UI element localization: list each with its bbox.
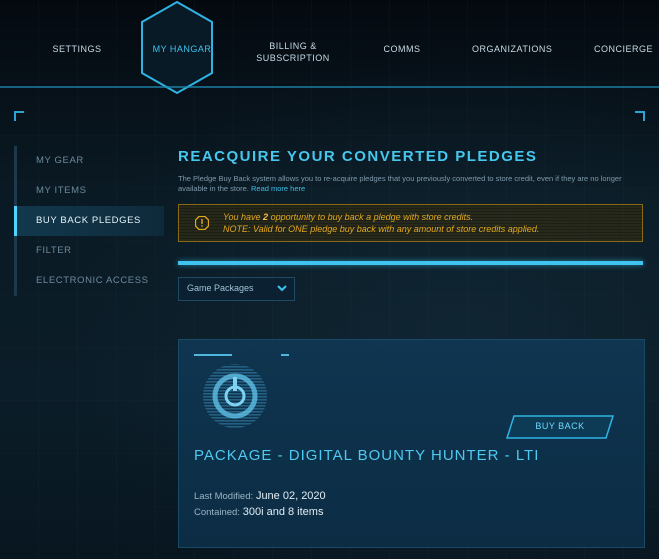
sidebar-item-electronic-access[interactable]: ELECTRONIC ACCESS (14, 266, 164, 296)
alert-note: NOTE: Valid for ONE pledge buy back with… (223, 224, 540, 234)
warning-icon (195, 216, 209, 230)
main-content: REACQUIRE YOUR CONVERTED PLEDGES The Ple… (178, 146, 643, 301)
frame-corner-right (635, 111, 645, 121)
nav-settings[interactable]: SETTINGS (52, 44, 102, 54)
alert-pre: You have (223, 212, 264, 222)
sidebar-item-filter[interactable]: FILTER (14, 236, 164, 266)
contained-label: Contained: (194, 507, 240, 518)
nav-billing-line1: BILLING & (269, 41, 317, 51)
read-more-link[interactable]: Read more here (251, 184, 305, 193)
intro-body: The Pledge Buy Back system allows you to… (178, 174, 622, 193)
nav-divider (0, 86, 659, 88)
sidebar-item-buy-back-pledges[interactable]: BUY BACK PLEDGES (14, 206, 164, 236)
package-emblem-icon (203, 364, 267, 428)
nav-billing-line2: SUBSCRIPTION (256, 53, 330, 63)
sidebar-item-my-gear[interactable]: MY GEAR (14, 146, 164, 176)
pledge-card: BUY BACK PACKAGE - DIGITAL BOUNTY HUNTER… (178, 339, 645, 548)
sidebar-menu: MY GEAR MY ITEMS BUY BACK PLEDGES FILTER… (14, 146, 164, 296)
alert-post: opportunity to buy back a pledge with st… (268, 212, 474, 222)
card-tick-left (194, 354, 232, 356)
intro-text: The Pledge Buy Back system allows you to… (178, 174, 643, 194)
frame-corner-left (14, 111, 24, 121)
nav-organizations[interactable]: ORGANIZATIONS (472, 44, 552, 54)
card-tick-right (281, 354, 289, 356)
sidebar-item-my-items[interactable]: MY ITEMS (14, 176, 164, 206)
alert-line-1: You have 2 opportunity to buy back a ple… (223, 212, 473, 222)
category-dropdown[interactable]: Game Packages (178, 277, 295, 301)
contained-value: 300i and 8 items (242, 506, 324, 518)
contained-row: Contained: 300i and 8 items (194, 506, 323, 518)
package-title: PACKAGE - DIGITAL BOUNTY HUNTER - LTI (194, 447, 540, 464)
last-modified-value: June 02, 2020 (255, 490, 326, 502)
dropdown-value: Game Packages (187, 283, 254, 293)
nav-comms[interactable]: COMMS (380, 44, 424, 54)
buyback-alert: You have 2 opportunity to buy back a ple… (178, 204, 643, 242)
nav-billing-subscription[interactable]: BILLING & SUBSCRIPTION (250, 40, 336, 64)
last-modified-row: Last Modified: June 02, 2020 (194, 490, 326, 502)
section-divider (178, 261, 643, 265)
nav-concierge[interactable]: CONCIERGE (594, 44, 653, 54)
chevron-down-icon (277, 285, 287, 292)
buy-back-button[interactable]: BUY BACK (506, 415, 614, 439)
buy-back-label: BUY BACK (535, 421, 585, 431)
top-navigation: SETTINGS MY HANGAR BILLING & SUBSCRIPTIO… (0, 0, 659, 100)
page-title: REACQUIRE YOUR CONVERTED PLEDGES (178, 148, 538, 165)
nav-my-hangar[interactable]: MY HANGAR (150, 44, 214, 54)
last-modified-label: Last Modified: (194, 491, 254, 502)
